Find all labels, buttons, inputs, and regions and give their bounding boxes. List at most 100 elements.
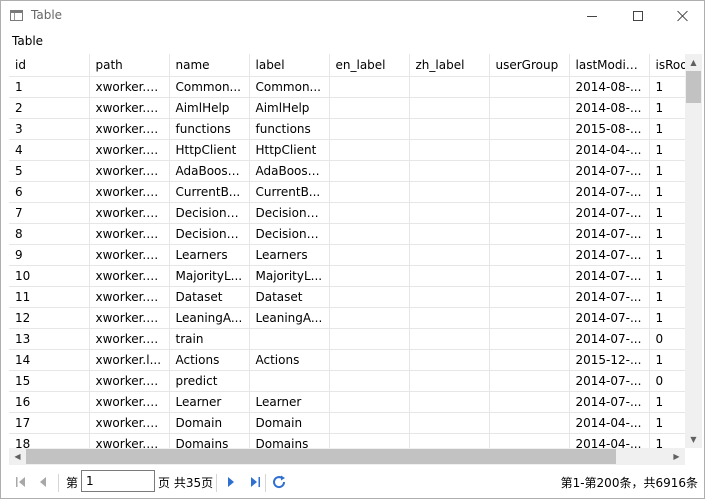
- next-page-button[interactable]: [223, 474, 239, 490]
- table-cell[interactable]: AdaBoost...: [169, 160, 250, 182]
- table-cell[interactable]: [489, 181, 570, 203]
- table-cell[interactable]: functions: [249, 118, 330, 140]
- table-cell[interactable]: 1: [9, 76, 90, 98]
- column-header[interactable]: id: [9, 54, 90, 77]
- table-cell[interactable]: DecisionL...: [249, 202, 330, 224]
- horizontal-scrollbar[interactable]: ◀ ▶: [9, 448, 685, 465]
- table-cell[interactable]: [249, 328, 330, 350]
- table-cell[interactable]: xworker.a...: [89, 244, 170, 266]
- scroll-up-arrow-icon[interactable]: ▲: [685, 54, 702, 71]
- table-row[interactable]: 8 xworker.a... DecisionT... DecisionT... 201…: [9, 223, 685, 245]
- table-cell[interactable]: 2014-04-...: [569, 139, 650, 161]
- table-cell[interactable]: Common...: [249, 76, 330, 98]
- column-header[interactable]: label: [249, 54, 330, 77]
- table-cell[interactable]: xworker.l...: [89, 349, 170, 371]
- column-header[interactable]: en_label: [329, 54, 410, 77]
- table-cell[interactable]: 1: [649, 307, 685, 329]
- table-cell[interactable]: 2: [9, 97, 90, 119]
- table-cell[interactable]: Actions: [169, 349, 250, 371]
- table-cell[interactable]: [489, 202, 570, 224]
- table-cell[interactable]: Domains: [249, 433, 330, 448]
- table-cell[interactable]: [489, 265, 570, 287]
- table-cell[interactable]: xworker.a...: [89, 433, 170, 448]
- table-cell[interactable]: [409, 433, 490, 448]
- table-cell[interactable]: Domain: [169, 412, 250, 434]
- table-cell[interactable]: xworker.a...: [89, 202, 170, 224]
- vertical-scroll-thumb[interactable]: [686, 71, 701, 103]
- table-row[interactable]: 2 xworker.a... AimlHelp AimlHelp 2014-08-...…: [9, 97, 685, 119]
- table-cell[interactable]: [489, 244, 570, 266]
- table-cell[interactable]: 2014-07-...: [569, 370, 650, 392]
- table-cell[interactable]: [489, 433, 570, 448]
- table-cell[interactable]: xworker.a...: [89, 223, 170, 245]
- table-cell[interactable]: [409, 265, 490, 287]
- table-cell[interactable]: DecisionL...: [169, 202, 250, 224]
- table-cell[interactable]: [489, 328, 570, 350]
- table-cell[interactable]: [409, 139, 490, 161]
- table-cell[interactable]: MajorityL...: [169, 265, 250, 287]
- table-cell[interactable]: 1: [649, 139, 685, 161]
- table-cell[interactable]: 4: [9, 139, 90, 161]
- table-cell[interactable]: [489, 370, 570, 392]
- table-cell[interactable]: 1: [649, 244, 685, 266]
- table-cell[interactable]: 15: [9, 370, 90, 392]
- table-cell[interactable]: [489, 76, 570, 98]
- table-cell[interactable]: xworker.a...: [89, 76, 170, 98]
- table-cell[interactable]: 8: [9, 223, 90, 245]
- table-row[interactable]: 14 xworker.l... Actions Actions 2015-12-... 1: [9, 349, 685, 371]
- table-cell[interactable]: [329, 202, 410, 224]
- table-cell[interactable]: xworker.a...: [89, 412, 170, 434]
- table-cell[interactable]: xworker.a...: [89, 391, 170, 413]
- table-cell[interactable]: [329, 286, 410, 308]
- table-cell[interactable]: 2014-04-...: [569, 433, 650, 448]
- data-table[interactable]: id path name label en_label zh_label userGroup…: [9, 54, 685, 448]
- table-cell[interactable]: predict: [169, 370, 250, 392]
- table-cell[interactable]: [409, 97, 490, 119]
- table-row[interactable]: 1 xworker.a... Common... Common... 2014-08-.…: [9, 76, 685, 98]
- column-header[interactable]: userGroup: [489, 54, 570, 77]
- table-cell[interactable]: LeaningA...: [249, 307, 330, 329]
- table-cell[interactable]: 1: [649, 181, 685, 203]
- table-cell[interactable]: Learners: [249, 244, 330, 266]
- table-row[interactable]: 10 xworker.a... MajorityL... MajorityL... 20…: [9, 265, 685, 287]
- table-cell[interactable]: 12: [9, 307, 90, 329]
- table-row[interactable]: 18 xworker.a... Domains Domains 2014-04-... 1: [9, 433, 685, 448]
- table-cell[interactable]: [489, 286, 570, 308]
- table-cell[interactable]: 7: [9, 202, 90, 224]
- table-cell[interactable]: [329, 244, 410, 266]
- table-cell[interactable]: 1: [649, 349, 685, 371]
- table-cell[interactable]: xworker.a...: [89, 286, 170, 308]
- table-cell[interactable]: [489, 307, 570, 329]
- table-cell[interactable]: 1: [649, 118, 685, 140]
- first-page-button[interactable]: [13, 474, 29, 490]
- table-cell[interactable]: 1: [649, 433, 685, 448]
- table-row[interactable]: 17 xworker.a... Domain Domain 2014-04-... 1: [9, 412, 685, 434]
- table-cell[interactable]: [409, 181, 490, 203]
- table-cell[interactable]: [329, 391, 410, 413]
- table-cell[interactable]: [409, 160, 490, 182]
- table-cell[interactable]: Common...: [169, 76, 250, 98]
- table-cell[interactable]: [409, 412, 490, 434]
- scroll-right-arrow-icon[interactable]: ▶: [668, 448, 685, 465]
- refresh-button[interactable]: [271, 474, 287, 490]
- table-cell[interactable]: [489, 118, 570, 140]
- table-cell[interactable]: LeaningA...: [169, 307, 250, 329]
- table-cell[interactable]: 5: [9, 160, 90, 182]
- table-cell[interactable]: Actions: [249, 349, 330, 371]
- table-cell[interactable]: xworker.a...: [89, 370, 170, 392]
- table-cell[interactable]: [329, 223, 410, 245]
- minimize-button[interactable]: [569, 1, 615, 31]
- table-row[interactable]: 5 xworker.a... AdaBoost... AdaBoost... 2014-…: [9, 160, 685, 182]
- table-cell[interactable]: [329, 265, 410, 287]
- column-header[interactable]: lastModifi...: [569, 54, 650, 77]
- column-header[interactable]: path: [89, 54, 170, 77]
- table-cell[interactable]: CurrentB...: [169, 181, 250, 203]
- table-cell[interactable]: Learner: [249, 391, 330, 413]
- table-cell[interactable]: CurrentB...: [249, 181, 330, 203]
- vertical-scrollbar[interactable]: ▲ ▼: [685, 54, 702, 448]
- table-cell[interactable]: 2014-07-...: [569, 286, 650, 308]
- table-cell[interactable]: HttpClient: [169, 139, 250, 161]
- column-header[interactable]: name: [169, 54, 250, 77]
- scroll-left-arrow-icon[interactable]: ◀: [9, 448, 26, 465]
- table-cell[interactable]: Dataset: [249, 286, 330, 308]
